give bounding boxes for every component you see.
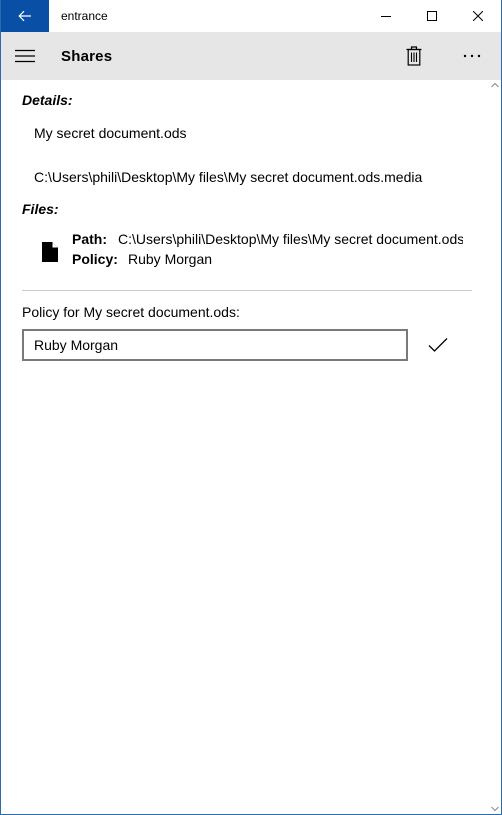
file-icon: [42, 242, 58, 262]
file-list-item[interactable]: Path: C:\Users\phili\Desktop\My files\My…: [42, 231, 472, 271]
checkmark-icon: [428, 338, 448, 352]
policy-input[interactable]: [22, 329, 408, 361]
more-button[interactable]: [443, 32, 501, 80]
path-value: C:\Users\phili\Desktop\My files\My secre…: [118, 231, 463, 247]
maximize-button[interactable]: [409, 0, 455, 32]
vertical-scrollbar[interactable]: [490, 80, 500, 814]
path-label: Path:: [72, 231, 107, 247]
menu-button[interactable]: [1, 32, 49, 80]
more-icon: [463, 54, 481, 58]
window-title: entrance: [61, 9, 108, 23]
policy-value: Ruby Morgan: [128, 251, 213, 267]
details-heading: Details:: [22, 92, 73, 108]
command-bar: Shares: [1, 32, 501, 80]
policy-editor-label: Policy for My secret document.ods:: [22, 304, 240, 320]
caption-buttons: [363, 0, 501, 32]
scroll-down-icon[interactable]: [491, 806, 499, 812]
scroll-up-icon[interactable]: [491, 82, 499, 88]
back-arrow-icon: [18, 10, 31, 22]
hamburger-icon: [15, 49, 35, 63]
maximize-icon: [427, 11, 437, 21]
delete-button[interactable]: [385, 32, 443, 80]
policy-label: Policy:: [72, 251, 118, 267]
minimize-icon: [381, 16, 391, 17]
title-bar: entrance: [1, 0, 501, 32]
accept-button[interactable]: [421, 329, 455, 361]
command-actions: [385, 32, 501, 80]
page-title: Shares: [61, 47, 113, 65]
files-heading: Files:: [22, 201, 59, 217]
divider: [22, 290, 472, 291]
media-path: C:\Users\phili\Desktop\My files\My secre…: [34, 169, 423, 185]
trash-icon: [406, 46, 422, 66]
app-window: entrance Shares Details: My secret docum…: [0, 0, 502, 815]
minimize-button[interactable]: [363, 0, 409, 32]
share-details-pane: Details: My secret document.ods C:\Users…: [1, 80, 491, 815]
back-button[interactable]: [1, 0, 49, 32]
close-icon: [473, 11, 483, 21]
close-button[interactable]: [455, 0, 501, 32]
document-name: My secret document.ods: [34, 125, 187, 141]
